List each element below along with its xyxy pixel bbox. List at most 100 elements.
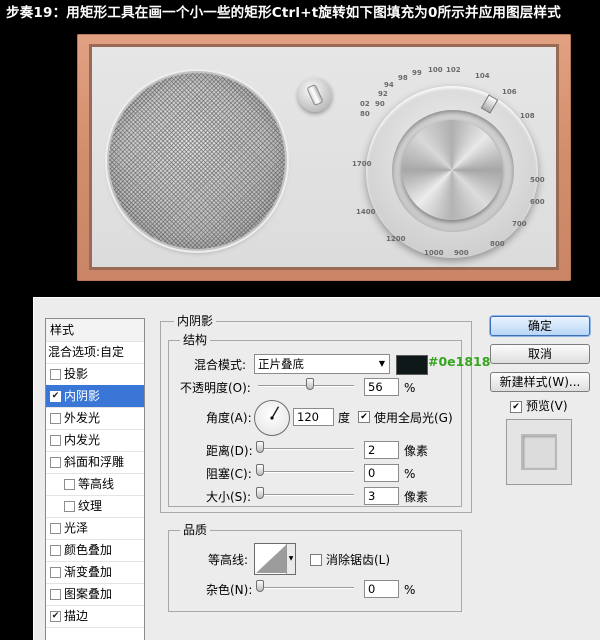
style-item[interactable]: 渐变叠加 bbox=[46, 561, 144, 584]
preview-swatch bbox=[521, 434, 557, 470]
choke-input[interactable]: 0 bbox=[364, 464, 399, 482]
angle-input[interactable]: 120 bbox=[293, 408, 334, 426]
style-item[interactable]: 混合选项:自定 bbox=[46, 341, 144, 364]
style-item-checkbox[interactable] bbox=[50, 523, 61, 534]
inner-shadow-title: 内阴影 bbox=[174, 314, 217, 328]
noise-input[interactable]: 0 bbox=[364, 580, 399, 598]
ok-button[interactable]: 确定 bbox=[490, 316, 590, 336]
style-item[interactable]: ✔ 内阴影 bbox=[46, 385, 144, 408]
cancel-button[interactable]: 取消 bbox=[490, 344, 590, 364]
style-item-checkbox[interactable] bbox=[50, 413, 61, 424]
style-item[interactable]: 纹理 bbox=[46, 495, 144, 518]
style-item[interactable]: 投影 bbox=[46, 363, 144, 386]
structure-title: 结构 bbox=[180, 333, 211, 347]
dial-scale-label: 1700 bbox=[352, 160, 372, 168]
style-item-label: 等高线 bbox=[78, 477, 115, 491]
style-item-label: 渐变叠加 bbox=[64, 565, 113, 579]
anti-alias-checkbox[interactable] bbox=[310, 554, 322, 566]
style-item-label: 内发光 bbox=[64, 433, 101, 447]
style-item-label: 投影 bbox=[64, 367, 89, 381]
style-item-label: 外发光 bbox=[64, 411, 101, 425]
anti-alias-label: 消除锯齿(L) bbox=[326, 553, 391, 567]
contour-label: 等高线: bbox=[208, 553, 249, 567]
distance-unit: 像素 bbox=[404, 444, 429, 458]
style-item-checkbox[interactable]: ✔ bbox=[50, 391, 61, 402]
preview-label: 预览(V) bbox=[526, 399, 568, 413]
style-item[interactable]: 图案叠加 bbox=[46, 583, 144, 606]
style-item-label: 描边 bbox=[64, 609, 89, 623]
choke-unit: % bbox=[404, 467, 416, 481]
style-item-checkbox[interactable] bbox=[50, 567, 61, 578]
dial-scale-label: 102 bbox=[446, 66, 461, 74]
noise-slider-thumb[interactable] bbox=[256, 580, 264, 592]
opacity-input[interactable]: 56 bbox=[364, 378, 399, 396]
style-item[interactable]: 斜面和浮雕 bbox=[46, 451, 144, 474]
opacity-slider-thumb[interactable] bbox=[306, 378, 315, 390]
speaker-grille bbox=[109, 73, 285, 249]
style-item[interactable]: 光泽 bbox=[46, 517, 144, 540]
dial-scale-label: 500 bbox=[530, 176, 545, 184]
use-global-light-checkbox[interactable]: ✔ bbox=[358, 411, 370, 423]
style-item-checkbox[interactable] bbox=[64, 479, 75, 490]
distance-input[interactable]: 2 bbox=[364, 441, 399, 459]
blend-mode-select[interactable]: 正片叠底 ▼ bbox=[254, 354, 390, 374]
choke-slider-track[interactable] bbox=[258, 471, 354, 473]
style-item-label: 颜色叠加 bbox=[64, 543, 113, 557]
style-item-checkbox[interactable] bbox=[50, 545, 61, 556]
dial-scale-label: 800 bbox=[490, 240, 505, 248]
style-item-label: 图案叠加 bbox=[64, 587, 113, 601]
dial-scale-label: 900 bbox=[454, 249, 469, 257]
contour-dropdown-icon[interactable]: ▼ bbox=[286, 544, 295, 574]
dial-scale-label: 104 bbox=[475, 72, 490, 80]
style-item-checkbox[interactable]: ✔ bbox=[50, 611, 61, 622]
preview-checkbox[interactable]: ✔ bbox=[510, 401, 522, 413]
style-item[interactable]: 颜色叠加 bbox=[46, 539, 144, 562]
style-item-checkbox[interactable] bbox=[50, 369, 61, 380]
dropdown-arrow-icon: ▼ bbox=[378, 359, 385, 368]
size-slider-thumb[interactable] bbox=[256, 487, 264, 499]
step-title: 步奏19：用矩形工具在画一个小一些的矩形Ctrl+t旋转如下图填充为0所示并应用… bbox=[6, 5, 561, 21]
style-preview-thumbnail bbox=[506, 419, 572, 485]
dial-scale-label: 90 bbox=[375, 100, 385, 108]
style-item-checkbox[interactable] bbox=[64, 501, 75, 512]
size-unit: 像素 bbox=[404, 490, 429, 504]
style-item[interactable]: 外发光 bbox=[46, 407, 144, 430]
contour-picker[interactable]: ▼ bbox=[254, 543, 296, 575]
angle-dial[interactable] bbox=[254, 400, 290, 436]
dial-scale-label: 02 bbox=[360, 100, 370, 108]
dial-scale-label: 600 bbox=[530, 198, 545, 206]
distance-slider-thumb[interactable] bbox=[256, 441, 264, 453]
dial-scale-label: 94 bbox=[384, 81, 394, 89]
size-input[interactable]: 3 bbox=[364, 487, 399, 505]
dial-scale-label: 92 bbox=[378, 90, 388, 98]
size-slider-track[interactable] bbox=[258, 494, 354, 496]
style-item-checkbox[interactable] bbox=[50, 435, 61, 446]
style-item-label: 混合选项:自定 bbox=[48, 345, 125, 359]
style-item[interactable]: 等高线 bbox=[46, 473, 144, 496]
style-item-checkbox[interactable] bbox=[50, 457, 61, 468]
size-label: 大小(S): bbox=[206, 490, 252, 504]
choke-slider-thumb[interactable] bbox=[256, 464, 264, 476]
new-style-button[interactable]: 新建样式(W)... bbox=[490, 372, 590, 392]
dial-scale-label: 1200 bbox=[386, 235, 406, 243]
quality-title: 品质 bbox=[180, 523, 211, 537]
shadow-color-swatch[interactable] bbox=[396, 355, 428, 375]
dial-scale-label: 99 bbox=[412, 69, 422, 77]
tuning-knob bbox=[402, 120, 502, 220]
styles-list-title: 样式 bbox=[46, 319, 144, 342]
distance-label: 距离(D): bbox=[206, 444, 253, 458]
opacity-label: 不透明度(O): bbox=[180, 381, 251, 395]
style-item[interactable]: 内发光 bbox=[46, 429, 144, 452]
angle-dial-needle bbox=[270, 406, 280, 420]
style-item-checkbox[interactable] bbox=[50, 589, 61, 600]
distance-slider-track[interactable] bbox=[258, 448, 354, 450]
dial-scale-label: 80 bbox=[360, 110, 370, 118]
dial-scale-label: 100 bbox=[428, 66, 443, 74]
noise-label: 杂色(N): bbox=[206, 583, 253, 597]
dial-scale-label: 1000 bbox=[424, 249, 444, 257]
style-item-label: 内阴影 bbox=[64, 389, 101, 403]
style-item[interactable]: ✔ 描边 bbox=[46, 605, 144, 628]
noise-slider-track[interactable] bbox=[258, 587, 354, 589]
blend-mode-label: 混合模式: bbox=[194, 358, 247, 372]
color-hex-annotation: #0e1818 bbox=[428, 354, 491, 369]
